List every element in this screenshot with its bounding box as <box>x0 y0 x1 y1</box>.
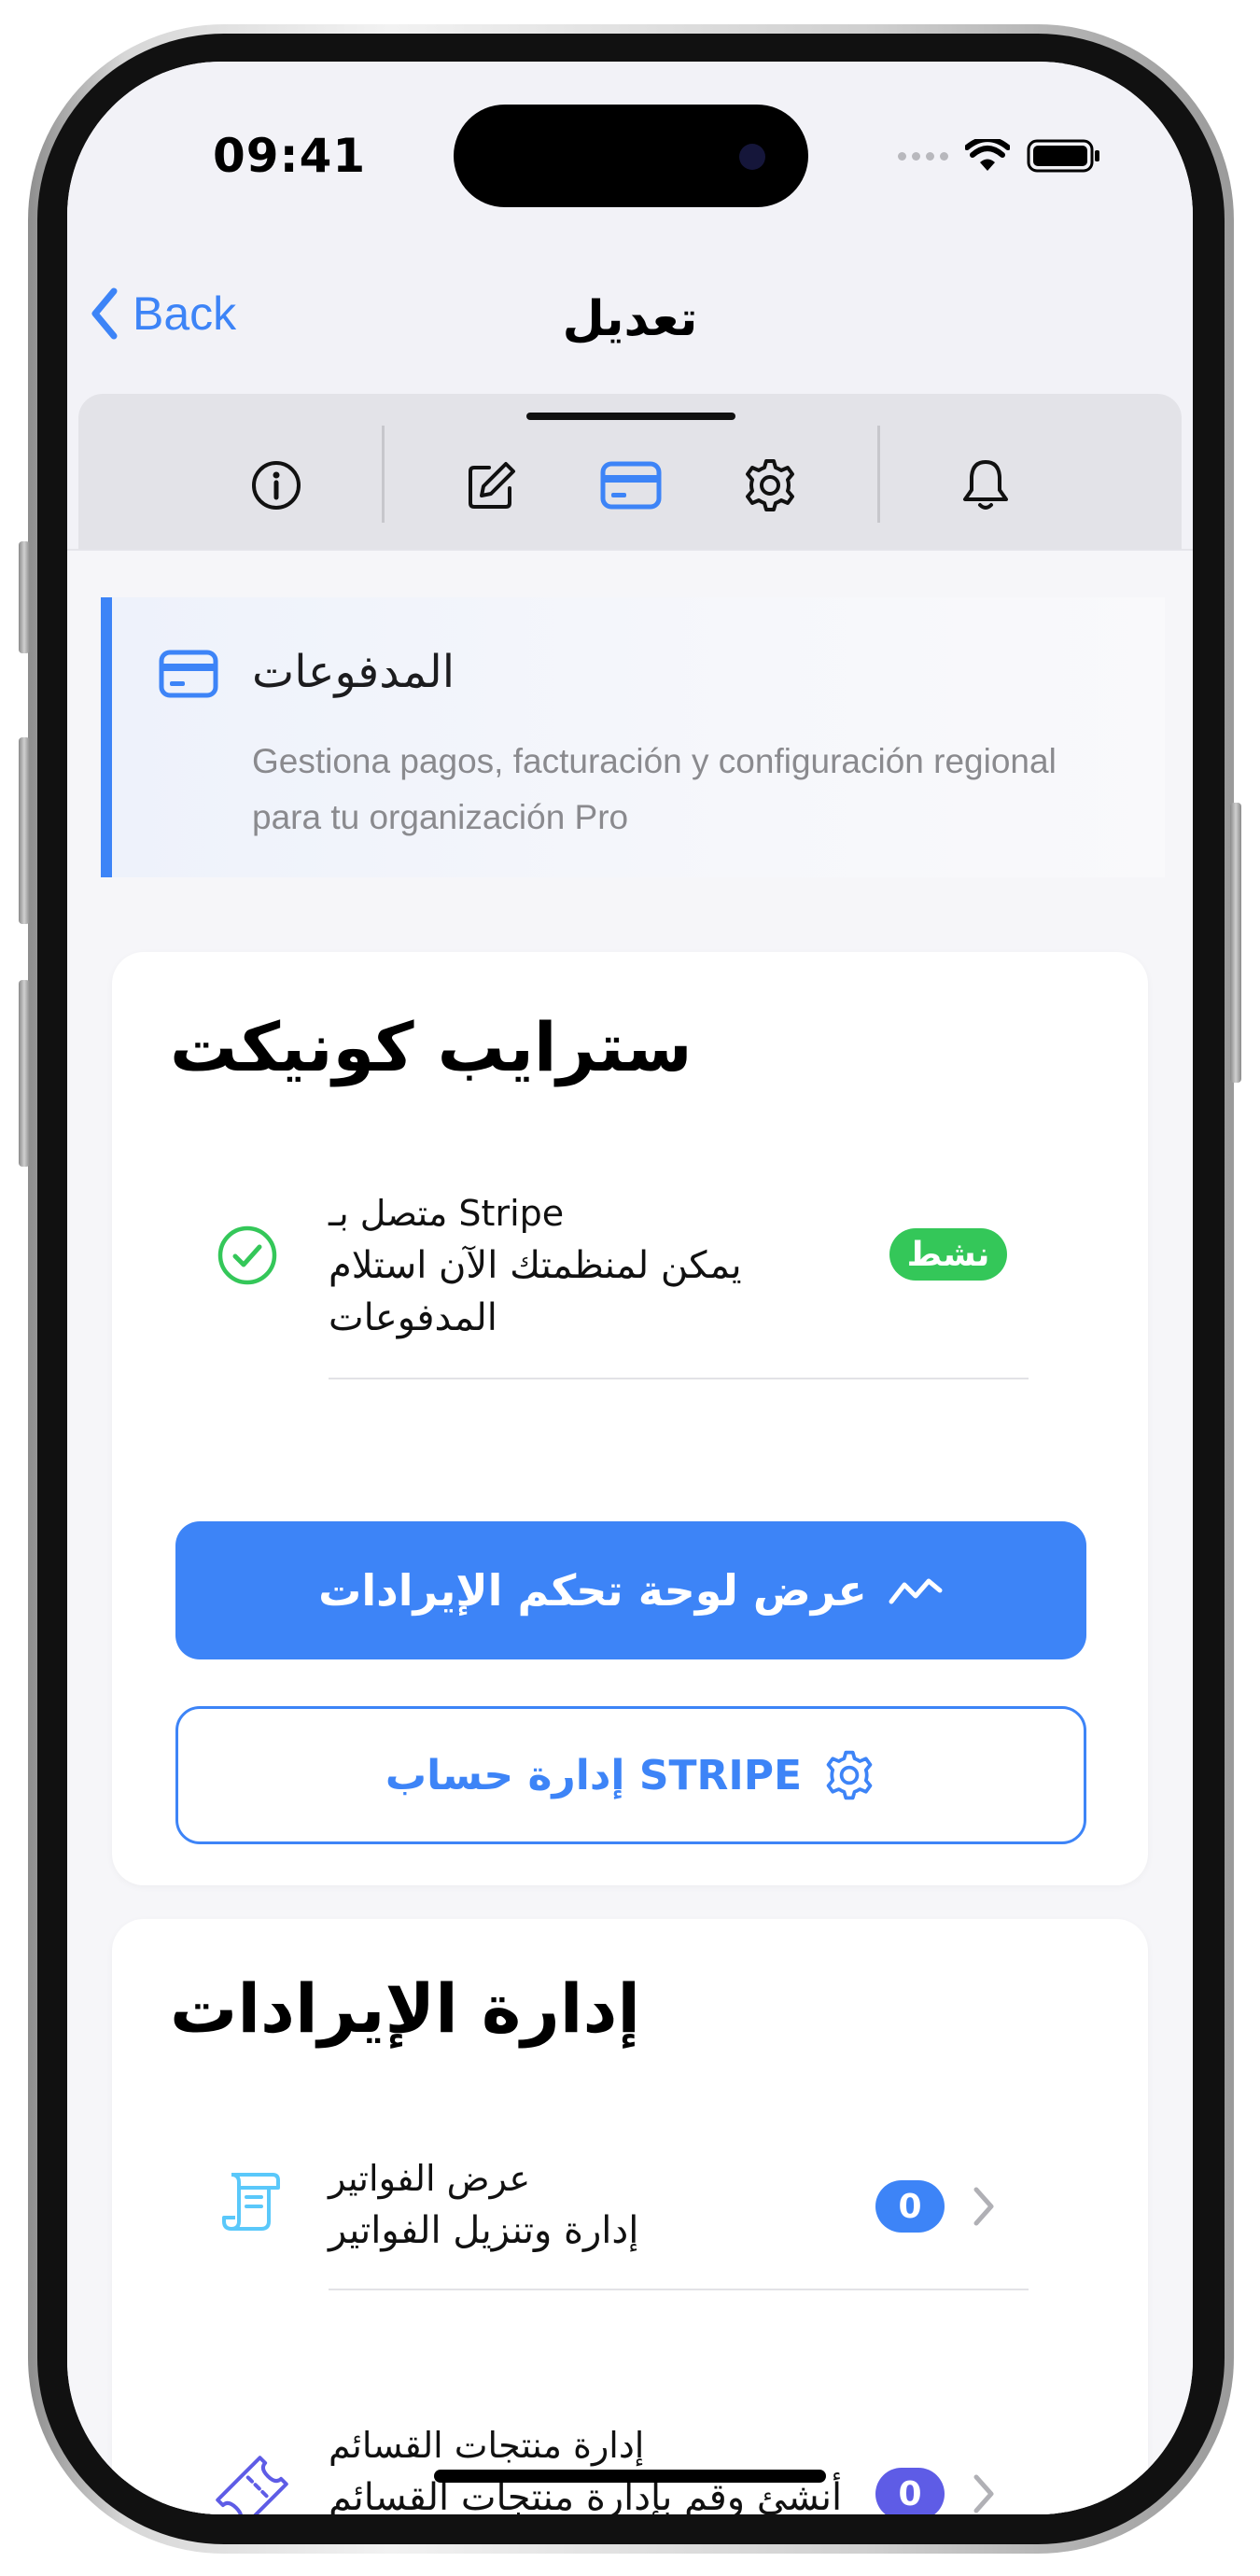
tab-drag-handle <box>526 413 735 420</box>
count-badge: 0 <box>875 2468 945 2514</box>
list-item-invoices[interactable]: عرض الفواتير إدارة وتنزيل الفواتير 0 <box>112 2124 1148 2311</box>
section-header: المدفوعات Gestiona pagos, facturación y … <box>101 597 1165 877</box>
credit-card-icon <box>159 650 218 698</box>
battery-icon <box>1027 139 1099 173</box>
page-title: تعديل <box>562 291 698 347</box>
tab-info[interactable] <box>220 439 332 532</box>
info-icon <box>252 461 301 510</box>
chevron-right-icon <box>973 2187 994 2226</box>
view-revenue-dashboard-button[interactable]: عرض لوحة تحكم الإيرادات <box>175 1521 1086 1659</box>
home-indicator[interactable] <box>434 2470 826 2483</box>
dynamic-island <box>454 105 808 207</box>
signal-icon <box>898 151 948 161</box>
count-badge: 0 <box>875 2180 945 2233</box>
chart-line-icon <box>889 1578 943 1604</box>
power-button <box>1230 803 1241 1083</box>
manage-stripe-account-button[interactable]: إدارة حساب STRIPE <box>175 1706 1086 1844</box>
item-text: إدارة منتجات القسائم أنشئ وقم بإدارة منت… <box>329 2419 851 2514</box>
list-item-coupon-products[interactable]: إدارة منتجات القسائم أنشئ وقم بإدارة منت… <box>112 2389 1148 2514</box>
revenue-management-card: إدارة الإيرادات عرض الفواتير إدارة وتنزي… <box>112 1919 1148 2514</box>
status-icons <box>898 138 1101 174</box>
receipt-icon <box>222 2173 280 2231</box>
volume-up-button <box>19 737 30 924</box>
tab-edit[interactable] <box>436 439 548 532</box>
item-label: إدارة منتجات القسائم <box>329 2425 645 2466</box>
tab-separator <box>382 426 385 523</box>
edit-icon <box>469 462 515 509</box>
screen: 09:41 Back تعديل المدفوعات Gestiona pago… <box>67 62 1193 2514</box>
action-button <box>19 541 30 653</box>
volume-down-button <box>19 980 30 1167</box>
card-title: إدارة الإيرادات <box>170 1969 641 2048</box>
section-title: المدفوعات <box>252 646 455 698</box>
ticket-icon <box>216 2456 288 2514</box>
gear-icon <box>826 1750 873 1800</box>
item-text: عرض الفواتير إدارة وتنزيل الفواتير <box>329 2152 777 2257</box>
tab-payments[interactable] <box>575 439 687 532</box>
divider <box>329 1378 1029 1379</box>
divider <box>329 2289 1029 2290</box>
main-content: المدفوعات Gestiona pagos, facturación y … <box>67 551 1193 2514</box>
tab-settings[interactable] <box>714 439 826 532</box>
check-circle-icon <box>217 1225 277 1285</box>
credit-card-icon <box>600 461 662 510</box>
camera-icon <box>739 144 765 170</box>
item-subtitle: إدارة وتنزيل الفواتير <box>329 2209 639 2252</box>
button-label: عرض لوحة تحكم الإيرادات <box>318 1565 867 1616</box>
button-label: إدارة حساب STRIPE <box>385 1751 803 1799</box>
gear-icon <box>746 459 794 511</box>
status-time: 09:41 <box>213 129 367 183</box>
status-row-text: متصل بـ Stripe يمكن لمنظمتك الآن استلام … <box>329 1187 851 1344</box>
section-description: Gestiona pagos, facturación y configurac… <box>252 742 1057 836</box>
stripe-connect-card: سترايب كونيكت متصل بـ Stripe يمكن لمنظمت… <box>112 952 1148 1885</box>
card-title: سترايب كونيكت <box>170 1008 693 1086</box>
chevron-right-icon <box>973 2474 994 2513</box>
status-label: متصل بـ Stripe <box>329 1193 565 1234</box>
item-label: عرض الفواتير <box>329 2158 531 2199</box>
wifi-icon <box>965 139 1010 171</box>
status-badge: نشط <box>889 1228 1007 1281</box>
bell-icon <box>963 460 1008 510</box>
tab-separator <box>877 426 880 523</box>
tab-notifications[interactable] <box>930 439 1042 532</box>
status-subtitle: يمكن لمنظمتك الآن استلام المدفوعات <box>329 1244 742 1339</box>
tab-bar <box>78 394 1182 551</box>
